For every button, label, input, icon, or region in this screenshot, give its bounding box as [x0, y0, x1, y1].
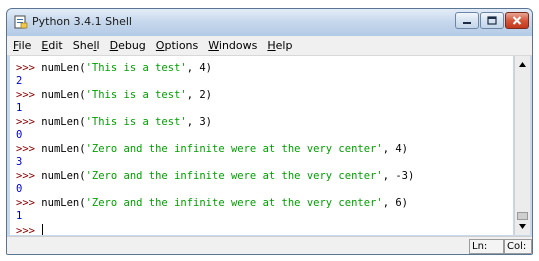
- scroll-down-button[interactable]: [516, 220, 529, 233]
- shell-output-line: 3: [16, 156, 23, 168]
- scroll-up-arrow-icon: [519, 62, 526, 67]
- menu-windows[interactable]: Windows: [208, 39, 257, 52]
- shell-input-line: >>> numLen('Zero and the infinite were a…: [16, 197, 408, 209]
- status-bar: Ln: 84 Col: 4: [7, 236, 532, 254]
- scroll-down-arrow-icon: [519, 224, 526, 229]
- shell-window: Python 3.4.1 Shell File Edit Shell Debug…: [6, 8, 533, 255]
- menu-options[interactable]: Options: [156, 39, 198, 52]
- vertical-scrollbar[interactable]: [514, 56, 530, 235]
- shell-input-line: >>> numLen('This is a test', 4): [16, 62, 213, 74]
- close-button[interactable]: [505, 12, 529, 29]
- shell-input-line: >>> numLen('This is a test', 3): [16, 116, 213, 128]
- shell-input-line: >>> numLen('Zero and the infinite were a…: [16, 170, 415, 182]
- menu-file[interactable]: File: [13, 39, 31, 52]
- shell-text-area[interactable]: >>> numLen('This is a test', 4) 2 >>> nu…: [10, 56, 513, 235]
- python-idle-icon: [14, 15, 28, 29]
- menu-edit[interactable]: Edit: [41, 39, 62, 52]
- line-number-indicator: Ln: 84: [469, 239, 504, 254]
- shell-output-line: 0: [16, 183, 23, 195]
- minimize-icon: [463, 21, 471, 24]
- shell-output-line: 1: [16, 210, 23, 222]
- window-title: Python 3.4.1 Shell: [32, 15, 132, 28]
- shell-active-prompt[interactable]: >>>: [16, 224, 44, 235]
- menu-shell[interactable]: Shell: [73, 39, 100, 52]
- maximize-icon: [487, 16, 497, 25]
- title-bar[interactable]: Python 3.4.1 Shell: [7, 9, 532, 36]
- shell-input-line: >>> numLen('This is a test', 2): [16, 89, 213, 101]
- column-number-indicator: Col: 4: [504, 239, 532, 254]
- menu-help[interactable]: Help: [267, 39, 292, 52]
- menu-bar: File Edit Shell Debug Options Windows He…: [7, 36, 532, 56]
- scrollbar-thumb[interactable]: [517, 212, 528, 220]
- shell-input-line: >>> numLen('Zero and the infinite were a…: [16, 143, 408, 155]
- close-icon: [512, 16, 522, 25]
- maximize-button[interactable]: [480, 12, 504, 29]
- shell-output-line: 0: [16, 129, 23, 141]
- shell-output-line: 2: [16, 75, 23, 87]
- menu-debug[interactable]: Debug: [110, 39, 146, 52]
- text-cursor: [42, 224, 44, 235]
- scroll-up-button[interactable]: [516, 58, 529, 71]
- shell-output-line: 1: [16, 102, 23, 114]
- minimize-button[interactable]: [455, 12, 479, 29]
